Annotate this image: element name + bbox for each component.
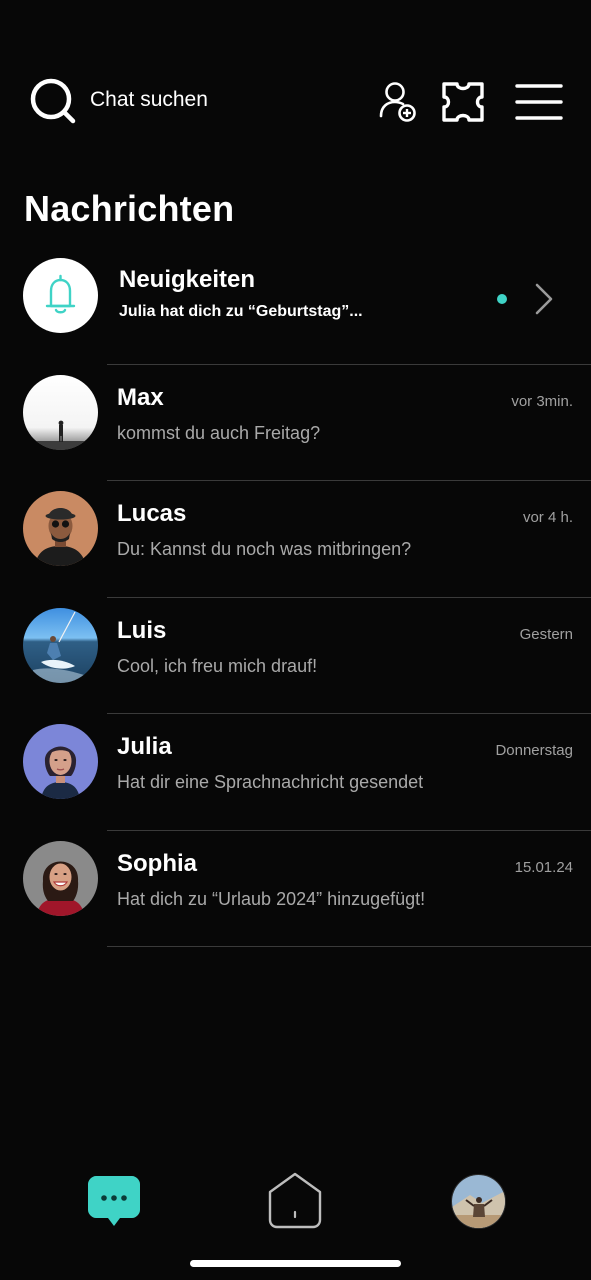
chat-row-sophia[interactable]: Sophia Hat dich zu “Urlaub 2024” hinzuge… (0, 831, 591, 947)
chat-row-max[interactable]: Max kommst du auch Freitag? vor 3min. (0, 365, 591, 481)
news-preview: Julia hat dich zu “Geburtstag”... (119, 303, 363, 320)
profile-avatar[interactable] (451, 1174, 506, 1229)
chat-name: Max (117, 383, 164, 411)
chat-row-luis[interactable]: Luis Cool, ich freu mich drauf! Gestern (0, 598, 591, 714)
add-user-icon[interactable] (378, 80, 418, 124)
chat-list: Neuigkeiten Julia hat dich zu “Geburtsta… (0, 248, 591, 947)
bottom-nav (0, 1168, 591, 1232)
unread-dot (497, 294, 507, 304)
home-icon[interactable] (266, 1170, 324, 1230)
avatar-luis (23, 607, 98, 683)
chevron-right-icon[interactable] (532, 282, 556, 316)
search-icon[interactable] (30, 78, 76, 124)
chat-time: Donnerstag (495, 742, 573, 759)
chat-preview: Hat dir eine Sprachnachricht gesendet (117, 772, 424, 792)
chat-time: 15.01.24 (514, 858, 573, 876)
news-row[interactable]: Neuigkeiten Julia hat dich zu “Geburtsta… (0, 248, 591, 365)
avatar-julia (23, 724, 98, 799)
avatar-sophia (23, 840, 98, 916)
chat-row-julia[interactable]: Julia Hat dir eine Sprachnachricht gesen… (0, 714, 591, 831)
search-input[interactable]: Chat suchen (90, 88, 208, 112)
home-indicator (190, 1260, 401, 1267)
chat-row-lucas[interactable]: Lucas Du: Kannst du noch was mitbringen?… (0, 481, 591, 598)
news-title: Neuigkeiten (119, 266, 256, 293)
chat-name: Lucas (117, 500, 187, 527)
page-title: Nachrichten (24, 188, 235, 229)
chat-preview: Du: Kannst du noch was mitbringen? (117, 539, 412, 559)
chat-name: Luis (117, 616, 167, 644)
chat-time: Gestern (519, 625, 573, 643)
divider (107, 946, 591, 947)
chat-preview: Cool, ich freu mich drauf! (117, 655, 318, 676)
news-avatar (23, 258, 98, 333)
chat-bubble-icon[interactable] (86, 1172, 142, 1230)
hamburger-menu-icon[interactable] (514, 82, 564, 122)
chat-time: vor 3min. (511, 392, 573, 410)
avatar-max (23, 374, 98, 450)
chat-preview: Hat dich zu “Urlaub 2024” hinzugefügt! (117, 888, 426, 909)
chat-name: Julia (117, 733, 172, 760)
top-bar: Chat suchen (0, 76, 591, 126)
puzzle-icon[interactable] (438, 80, 488, 124)
chat-preview: kommst du auch Freitag? (117, 422, 321, 443)
chat-name: Sophia (117, 849, 198, 877)
bell-icon (45, 274, 76, 314)
chat-time: vor 4 h. (522, 509, 573, 526)
avatar-lucas (23, 491, 98, 566)
